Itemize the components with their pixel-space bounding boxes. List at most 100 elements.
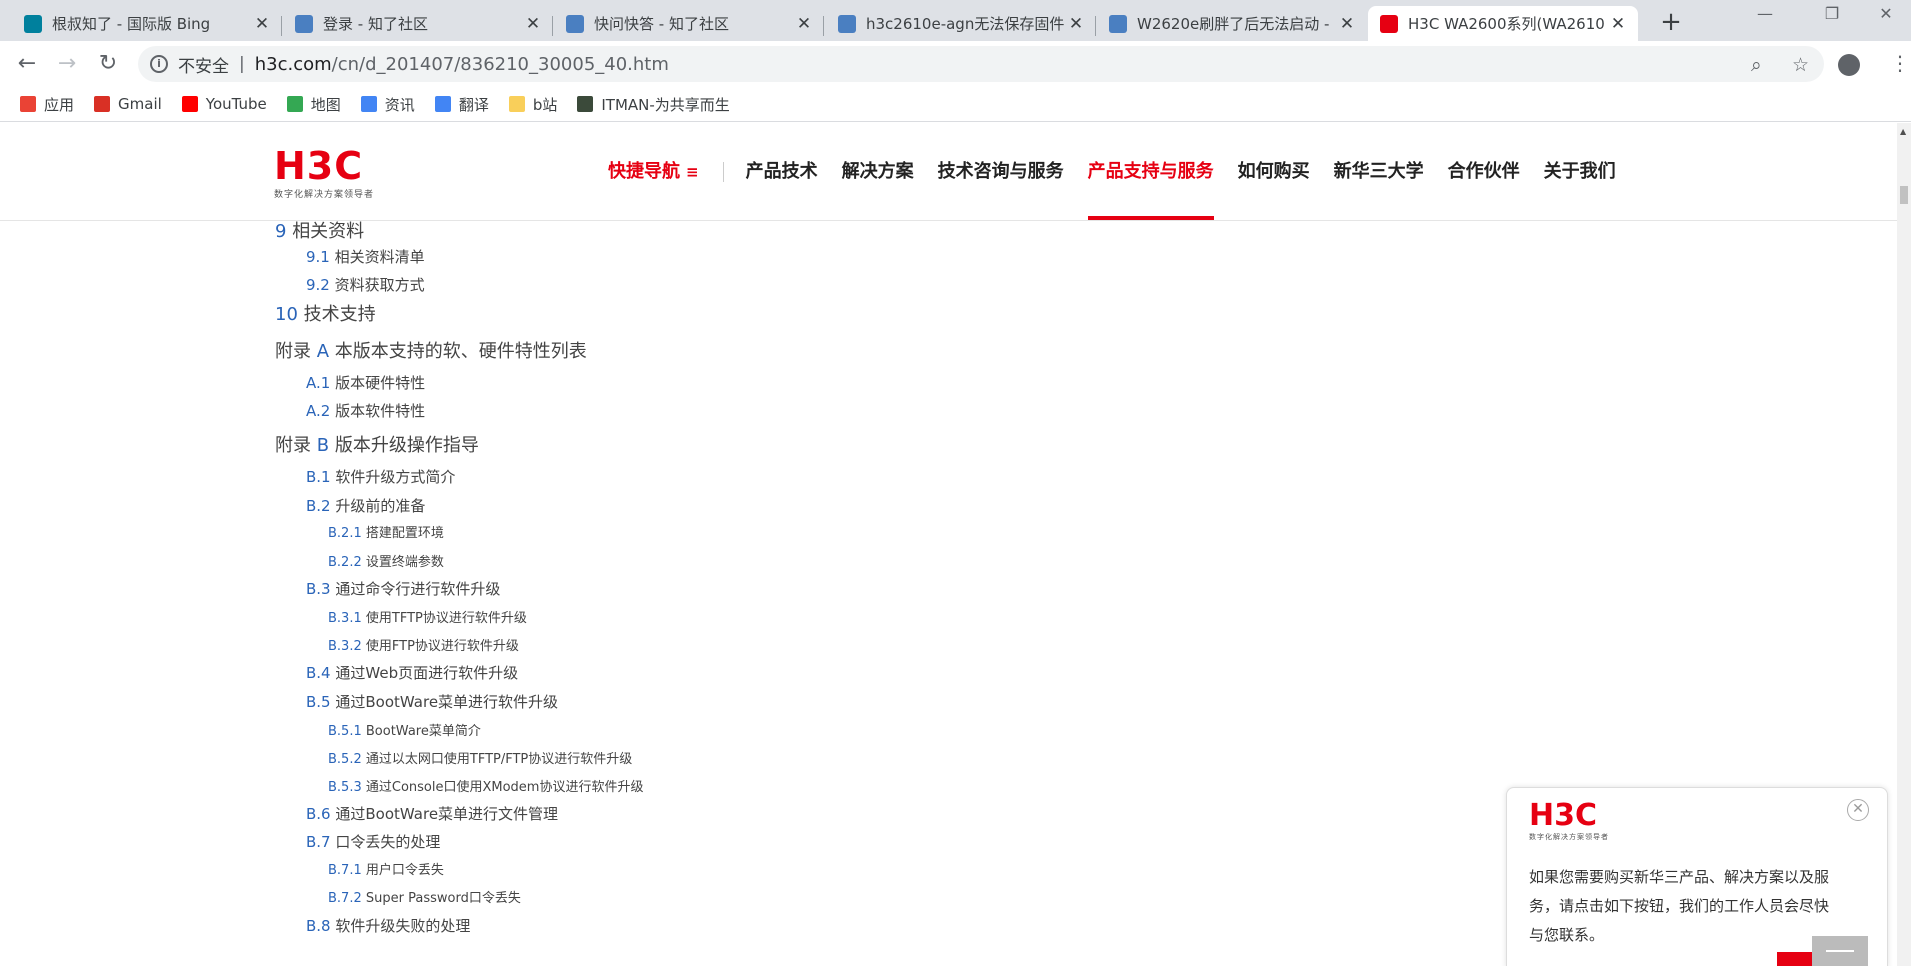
back-to-top-button[interactable] xyxy=(1812,936,1868,966)
bookmark-item[interactable]: ITMAN-为共享而生 xyxy=(577,94,730,115)
zoom-search-icon[interactable]: ⌕ xyxy=(1751,54,1762,76)
tab-close-icon[interactable]: ✕ xyxy=(252,14,272,34)
browser-tab[interactable]: h3c2610e-agn无法保存固件 ✕ xyxy=(826,6,1096,41)
browser-tab[interactable]: H3C WA2600系列(WA2610 ✕ xyxy=(1368,6,1638,41)
reload-button[interactable]: ↻ xyxy=(93,49,123,79)
popup-close-icon[interactable]: ✕ xyxy=(1847,799,1869,821)
toc-link[interactable]: B.4 通过Web页面进行软件升级 xyxy=(306,662,518,683)
scrollbar-thumb[interactable] xyxy=(1900,186,1908,204)
h3c-icon xyxy=(1380,14,1398,33)
toc-number: 9.2 xyxy=(306,276,330,294)
toc-link[interactable]: B.2.2 设置终端参数 xyxy=(328,551,444,570)
toc-number: B.2.1 xyxy=(328,526,362,541)
info-icon[interactable]: i xyxy=(150,55,168,73)
itman-icon xyxy=(577,96,594,112)
toc-number: 9.1 xyxy=(306,248,330,266)
news-icon xyxy=(360,96,377,112)
nav-item-label: 关于我们 xyxy=(1543,161,1616,182)
bookmark-star-icon[interactable]: ☆ xyxy=(1792,54,1809,76)
toc-link[interactable]: B.5 通过BootWare菜单进行软件升级 xyxy=(306,691,558,712)
menu-dots-icon[interactable]: ⋮ xyxy=(1890,51,1910,75)
nav-divider xyxy=(722,161,724,182)
toc-link[interactable]: B.5.1 BootWare菜单简介 xyxy=(328,720,481,739)
zhiliao-icon xyxy=(295,14,313,33)
toc-number: B.7 xyxy=(306,833,331,851)
nav-item[interactable]: 产品技术 xyxy=(746,123,818,220)
toc-text: 软件升级失败的处理 xyxy=(335,917,471,935)
toc-link[interactable]: B.6 通过BootWare菜单进行文件管理 xyxy=(306,803,558,824)
logo-text: H3C xyxy=(274,144,364,188)
close-window-button[interactable]: ✕ xyxy=(1866,4,1906,23)
bookmark-item[interactable]: 应用 xyxy=(20,94,74,115)
back-button[interactable]: ← xyxy=(12,49,42,79)
tab-title: H3C WA2600系列(WA2610 xyxy=(1408,15,1605,33)
nav-item[interactable]: 产品支持与服务 xyxy=(1087,123,1214,220)
popup-logo-slogan: 数字化解决方案领导者 xyxy=(1529,833,1609,841)
nav-item[interactable]: 技术咨询与服务 xyxy=(938,123,1064,220)
bookmark-item[interactable]: YouTube xyxy=(181,95,267,113)
restore-button[interactable]: ❐ xyxy=(1812,4,1852,23)
toc-text: 软件升级方式简介 xyxy=(335,468,456,486)
browser-tab[interactable]: 快问快答 - 知了社区 ✕ xyxy=(554,6,824,41)
nav-item[interactable]: 关于我们 xyxy=(1544,123,1616,220)
toc-link[interactable]: B.7.2 Super Password口令丢失 xyxy=(328,887,521,906)
scroll-up-icon[interactable]: ▲ xyxy=(1900,127,1906,136)
new-tab-button[interactable]: + xyxy=(1656,7,1686,37)
address-bar[interactable]: i 不安全 | h3c.com/cn/d_201407/836210_30005… xyxy=(138,46,1824,82)
toc-prefix: 附录 xyxy=(275,435,317,456)
toc-link[interactable]: 10 技术支持 xyxy=(275,300,376,326)
bookmark-item[interactable]: 地图 xyxy=(286,94,341,115)
h3c-logo[interactable]: H3C 数字化解决方案领导者 xyxy=(274,147,374,200)
toc-link[interactable]: A.1 版本硬件特性 xyxy=(306,372,425,393)
forward-button[interactable]: → xyxy=(52,49,82,79)
bookmark-item[interactable]: 翻译 xyxy=(434,94,489,115)
toc-link[interactable]: B.2 升级前的准备 xyxy=(306,495,425,516)
nav-item[interactable]: 快捷导航 ≡ xyxy=(608,123,699,220)
nav-item[interactable]: 解决方案 xyxy=(842,123,914,220)
profile-avatar-icon[interactable] xyxy=(1838,54,1860,76)
toc-text: 用户口令丢失 xyxy=(365,863,444,878)
translate-icon xyxy=(434,96,451,112)
toc-link[interactable]: B.1 软件升级方式简介 xyxy=(306,466,455,487)
toc-link[interactable]: B.3.2 使用FTP协议进行软件升级 xyxy=(328,635,519,654)
toc-link[interactable]: 9.2 资料获取方式 xyxy=(306,274,425,295)
nav-item-label: 技术咨询与服务 xyxy=(937,161,1064,182)
toc-link[interactable]: B.7 口令丢失的处理 xyxy=(306,831,440,852)
toc-link[interactable]: B.8 软件升级失败的处理 xyxy=(306,915,470,936)
bookmark-item[interactable]: Gmail xyxy=(94,95,162,113)
toc-number: A xyxy=(316,341,330,362)
browser-tab[interactable]: 登录 - 知了社区 ✕ xyxy=(283,6,553,41)
tab-close-icon[interactable]: ✕ xyxy=(523,14,543,34)
toc-link[interactable]: B.7.1 用户口令丢失 xyxy=(328,859,444,878)
toc-text: 搭建配置环境 xyxy=(365,526,444,541)
nav-item[interactable]: 如何购买 xyxy=(1238,123,1310,220)
toc-link[interactable]: B.5.2 通过以太网口使用TFTP/FTP协议进行软件升级 xyxy=(328,748,632,767)
bookmark-item[interactable]: b站 xyxy=(508,94,557,115)
nav-item[interactable]: 新华三大学 xyxy=(1334,123,1424,220)
logo-slogan: 数字化解决方案领导者 xyxy=(274,190,375,200)
page-scrollbar[interactable]: ▲ xyxy=(1897,123,1911,966)
tab-close-icon[interactable]: ✕ xyxy=(1337,14,1357,34)
toc-link[interactable]: B.5.3 通过Console口使用XModem协议进行软件升级 xyxy=(328,776,643,795)
bookmark-label: Gmail xyxy=(118,95,162,113)
tab-close-icon[interactable]: ✕ xyxy=(1608,14,1628,34)
browser-tab[interactable]: W2620e刷胖了后无法启动 - ✕ xyxy=(1097,6,1367,41)
nav-item[interactable]: 合作伙伴 xyxy=(1448,123,1520,220)
tab-close-icon[interactable]: ✕ xyxy=(794,14,814,34)
toc-link[interactable]: 附录 B 版本升级操作指导 xyxy=(275,431,479,457)
toc-link[interactable]: B.2.1 搭建配置环境 xyxy=(328,522,444,541)
toc-link[interactable]: B.3 通过命令行进行软件升级 xyxy=(306,578,500,599)
toc-link[interactable]: 9.1 相关资料清单 xyxy=(306,246,425,267)
browser-toolbar: ← → ↻ i 不安全 | h3c.com/cn/d_201407/836210… xyxy=(0,41,1911,87)
toc-link[interactable]: 附录 A 本版本支持的软、硬件特性列表 xyxy=(275,337,587,363)
toc-link[interactable]: A.2 版本软件特性 xyxy=(306,400,425,421)
browser-tab[interactable]: 根叔知了 - 国际版 Bing ✕ xyxy=(12,6,282,41)
tab-close-icon[interactable]: ✕ xyxy=(1066,14,1086,34)
toc-number: B.5 xyxy=(306,693,331,711)
toc-text: 版本升级操作指导 xyxy=(334,435,479,456)
minimize-button[interactable]: — xyxy=(1745,4,1785,23)
tab-separator xyxy=(1095,16,1096,36)
bookmark-item[interactable]: 资讯 xyxy=(360,94,415,115)
toc-link[interactable]: B.3.1 使用TFTP协议进行软件升级 xyxy=(328,607,527,626)
popup-logo-text: H3C xyxy=(1529,798,1597,833)
